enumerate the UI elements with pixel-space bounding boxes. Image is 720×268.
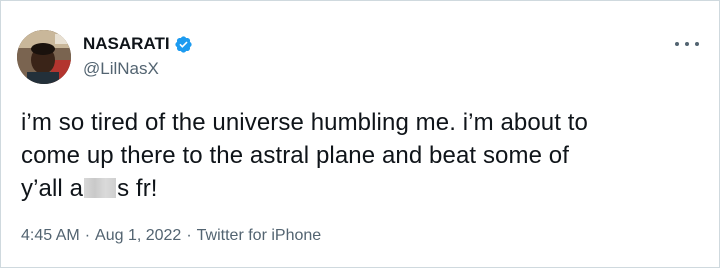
avatar[interactable] (17, 30, 71, 84)
tweet-metadata: 4:45 AM · Aug 1, 2022 · Twitter for iPho… (21, 227, 321, 245)
tweet-source: Twitter for iPhone (196, 227, 322, 244)
more-horizontal-icon (695, 42, 699, 46)
censor-blur (84, 178, 117, 198)
tweet-text: i’m so tired of the universe humbling me… (21, 106, 701, 205)
tweet-text-line: i’m so tired of the universe humbling me… (21, 109, 588, 136)
verified-badge-icon (174, 35, 193, 54)
tweet-time[interactable]: 4:45 AM (21, 227, 80, 245)
tweet-text-segment: s fr! (117, 175, 158, 202)
avatar-image (17, 30, 71, 84)
separator-dot: · (186, 227, 192, 244)
tweet-text-line: come up there to the astral plane and be… (21, 142, 570, 169)
tweet-card: NASARATI @LilNasX i’m so tired of the un… (0, 0, 720, 268)
user-handle[interactable]: @LilNasX (83, 59, 159, 79)
display-name[interactable]: NASARATI (83, 34, 193, 54)
more-options-button[interactable] (675, 34, 699, 54)
display-name-text[interactable]: NASARATI (83, 34, 170, 54)
more-horizontal-icon (685, 42, 689, 46)
tweet-text-segment: y’all a (21, 175, 84, 202)
more-horizontal-icon (675, 42, 679, 46)
tweet-text-line: y’all a s fr! (21, 172, 701, 205)
separator-dot: · (84, 227, 91, 244)
tweet-date[interactable]: Aug 1, 2022 (95, 227, 181, 245)
